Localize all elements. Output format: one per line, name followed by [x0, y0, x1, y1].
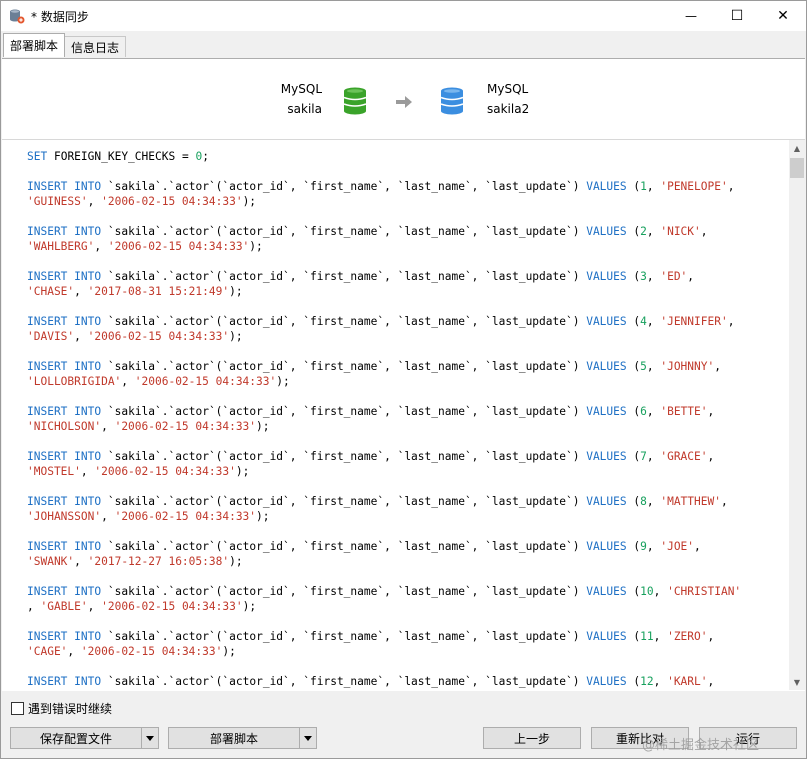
minimize-button[interactable]: — [668, 1, 714, 31]
script-line [27, 524, 741, 539]
source-db-name: sakila [287, 102, 322, 116]
script-line: 'LOLLOBRIGIDA', '2006-02-15 04:34:33'); [27, 375, 290, 388]
tab-bar: 部署脚本 信息日志 [1, 31, 806, 57]
script-line: INSERT INTO `sakila`.`actor`(`actor_id`,… [27, 405, 715, 418]
script-line: 'SWANK', '2017-12-27 16:05:38'); [27, 555, 243, 568]
script-line: , 'GABLE', '2006-02-15 04:34:33'); [27, 600, 257, 613]
script-line: INSERT INTO `sakila`.`actor`(`actor_id`,… [27, 270, 695, 283]
script-line [27, 659, 741, 674]
continue-on-error-checkbox[interactable] [11, 702, 24, 715]
script-line: INSERT INTO `sakila`.`actor`(`actor_id`,… [27, 675, 715, 688]
previous-step-label: 上一步 [513, 731, 550, 746]
script-line [27, 209, 741, 224]
script-line: 'MOSTEL', '2006-02-15 04:34:33'); [27, 465, 250, 478]
deploy-script-panel: MySQL sakila MySQL sakila2 SET FOREIGN_K… [2, 58, 805, 691]
watermark: @稀土掘金技术社区 [642, 738, 760, 753]
data-sync-window: * 数据同步 — ☐ ✕ 部署脚本 信息日志 MySQL sakila MySQ… [0, 0, 807, 759]
maximize-button[interactable]: ☐ [714, 1, 760, 31]
script-line [27, 614, 741, 629]
close-button[interactable]: ✕ [760, 1, 806, 31]
target-connection-label: MySQL sakila2 [487, 79, 557, 119]
scroll-down-icon[interactable]: ▼ [789, 674, 805, 690]
script-line [27, 569, 741, 584]
title-bar: * 数据同步 — ☐ ✕ [1, 1, 806, 31]
script-line [27, 434, 741, 449]
sync-header: MySQL sakila MySQL sakila2 [2, 59, 805, 139]
script-line: 'GUINESS', '2006-02-15 04:34:33'); [27, 195, 257, 208]
deploy-script-label: 部署脚本 [209, 731, 258, 746]
data-sync-app-icon [10, 9, 25, 24]
script-editor[interactable]: SET FOREIGN_KEY_CHECKS = 0; INSERT INTO `… [2, 140, 789, 690]
script-line [27, 254, 741, 269]
script-line: 'WAHLBERG', '2006-02-15 04:34:33'); [27, 240, 263, 253]
script-line: INSERT INTO `sakila`.`actor`(`actor_id`,… [27, 180, 735, 193]
script-line: 'JOHANSSON', '2006-02-15 04:34:33'); [27, 510, 270, 523]
script-line: INSERT INTO `sakila`.`actor`(`actor_id`,… [27, 225, 708, 238]
script-line: INSERT INTO `sakila`.`actor`(`actor_id`,… [27, 585, 742, 598]
script-line [27, 299, 741, 314]
script-line: 'DAVIS', '2006-02-15 04:34:33'); [27, 330, 243, 343]
maximize-icon: ☐ [730, 8, 744, 24]
save-config-button[interactable]: 保存配置文件 [10, 727, 142, 749]
continue-on-error-label: 遇到错误时继续 [28, 702, 113, 716]
script-line: INSERT INTO `sakila`.`actor`(`actor_id`,… [27, 450, 715, 463]
script-line [27, 164, 741, 179]
script-code: SET FOREIGN_KEY_CHECKS = 0; INSERT INTO `… [27, 149, 741, 689]
tab-label: 部署脚本 [10, 39, 59, 53]
scroll-up-icon[interactable]: ▲ [789, 140, 805, 156]
target-db-type: MySQL [487, 82, 529, 96]
arrow-right-icon [396, 96, 412, 108]
scrollbar-thumb[interactable] [790, 158, 804, 178]
database-green-icon [343, 87, 367, 115]
script-line: INSERT INTO `sakila`.`actor`(`actor_id`,… [27, 360, 721, 373]
script-line: INSERT INTO `sakila`.`actor`(`actor_id`,… [27, 630, 715, 643]
script-line: 'CAGE', '2006-02-15 04:34:33'); [27, 645, 236, 658]
script-line [27, 479, 741, 494]
script-line: INSERT INTO `sakila`.`actor`(`actor_id`,… [27, 540, 701, 553]
script-line: INSERT INTO `sakila`.`actor`(`actor_id`,… [27, 315, 735, 328]
script-line: 'NICHOLSON', '2006-02-15 04:34:33'); [27, 420, 270, 433]
deploy-script-button[interactable]: 部署脚本 [168, 727, 300, 749]
script-line: SET FOREIGN_KEY_CHECKS = 0; [27, 150, 209, 163]
vertical-scrollbar[interactable]: ▲ ▼ [789, 140, 805, 690]
script-line [27, 344, 741, 359]
continue-on-error-option[interactable]: 遇到错误时继续 [11, 700, 112, 717]
source-connection-label: MySQL sakila [264, 79, 322, 119]
target-db-name: sakila2 [487, 102, 530, 116]
chevron-down-icon [146, 735, 154, 741]
save-config-dropdown-button[interactable] [141, 727, 159, 749]
script-line [27, 389, 741, 404]
chevron-down-icon [304, 735, 312, 741]
script-line: INSERT INTO `sakila`.`actor`(`actor_id`,… [27, 495, 728, 508]
close-icon: ✕ [777, 8, 789, 24]
previous-step-button[interactable]: 上一步 [483, 727, 581, 749]
source-db-type: MySQL [280, 82, 322, 96]
minimize-icon: — [685, 9, 697, 23]
save-config-label: 保存配置文件 [39, 731, 112, 746]
database-blue-icon [440, 87, 464, 115]
deploy-script-dropdown-button[interactable] [299, 727, 317, 749]
tab-info-log[interactable]: 信息日志 [64, 36, 127, 57]
script-line: 'CHASE', '2017-08-31 15:21:49'); [27, 285, 243, 298]
window-title: * 数据同步 [31, 9, 89, 24]
tab-label: 信息日志 [71, 40, 120, 55]
tab-deploy-script[interactable]: 部署脚本 [3, 33, 66, 57]
